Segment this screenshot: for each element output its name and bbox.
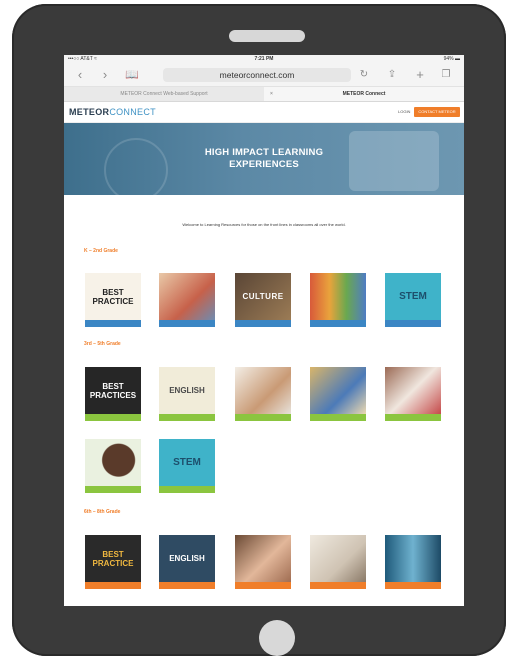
site-logo[interactable]: METEORCONNECT — [69, 107, 156, 117]
card-caption — [385, 414, 441, 421]
card-thumbnail: STEM — [385, 273, 441, 320]
card-thumbnail: CULTURE — [235, 273, 291, 320]
status-time: 7:21 PM — [254, 56, 274, 62]
grade-heading-6-8: 6th – 8th Grade — [84, 509, 121, 515]
resource-card[interactable] — [310, 273, 366, 327]
tab-meteor-connect[interactable]: × METEOR Connect — [264, 87, 464, 101]
card-caption — [310, 582, 366, 589]
card-caption — [235, 582, 291, 589]
resource-card[interactable]: BEST PRACTICES — [85, 367, 141, 421]
resource-card[interactable] — [385, 367, 441, 421]
card-caption — [159, 320, 215, 327]
card-caption — [310, 320, 366, 327]
tabs-icon[interactable]: ❐ — [438, 67, 454, 83]
hero-title-line-1: HIGH IMPACT LEARNING — [204, 147, 324, 158]
card-caption — [235, 414, 291, 421]
grade-heading-k2: K – 2nd Grade — [84, 248, 118, 254]
logo-connect: CONNECT — [109, 107, 156, 117]
card-caption — [159, 486, 215, 493]
card-caption — [235, 320, 291, 327]
close-icon[interactable]: × — [270, 87, 273, 101]
hero-banner: HIGH IMPACT LEARNING EXPERIENCES — [64, 123, 464, 195]
resource-card[interactable] — [85, 439, 141, 493]
card-thumbnail — [85, 439, 141, 486]
tablet-speaker — [229, 30, 305, 42]
resource-card[interactable] — [235, 367, 291, 421]
card-caption — [85, 320, 141, 327]
logo-meteor: METEOR — [69, 107, 110, 117]
card-thumbnail — [159, 273, 215, 320]
resource-card[interactable]: BEST PRACTICE — [85, 535, 141, 589]
card-caption — [85, 582, 141, 589]
card-thumbnail — [235, 367, 291, 414]
resource-card[interactable]: STEM — [385, 273, 441, 327]
card-caption — [85, 414, 141, 421]
card-thumbnail: BEST PRACTICE — [85, 273, 141, 320]
card-caption — [385, 582, 441, 589]
card-thumbnail — [310, 535, 366, 582]
bookmarks-icon[interactable]: 📖 — [124, 67, 140, 83]
address-bar[interactable]: meteorconnect.com — [163, 68, 351, 82]
card-thumbnail: STEM — [159, 439, 215, 486]
resource-card[interactable]: CULTURE — [235, 273, 291, 327]
login-link[interactable]: LOGIN — [398, 109, 410, 114]
card-thumbnail — [385, 535, 441, 582]
browser-tabbar: METEOR Connect Web-based Support × METEO… — [64, 87, 464, 102]
hero-title-line-2: EXPERIENCES — [229, 159, 299, 170]
tablet-screen: •••○○ AT&T ≈ 7:21 PM 94% ▬ ‹ › 📖 meteorc… — [64, 55, 464, 606]
card-thumbnail — [235, 535, 291, 582]
battery-indicator: 94% ▬ — [443, 56, 460, 62]
new-tab-icon[interactable]: + — [412, 67, 428, 83]
share-icon[interactable]: ⇪ — [384, 67, 400, 83]
resource-card[interactable] — [310, 367, 366, 421]
card-thumbnail — [310, 273, 366, 320]
card-caption — [159, 582, 215, 589]
card-caption — [310, 414, 366, 421]
resource-card[interactable]: ENGLISH — [159, 535, 215, 589]
resource-card[interactable] — [385, 535, 441, 589]
resource-card[interactable]: ENGLISH — [159, 367, 215, 421]
card-thumbnail: ENGLISH — [159, 367, 215, 414]
grade-heading-3-5: 3rd – 5th Grade — [84, 341, 121, 347]
tab-label: METEOR Connect Web-based Support — [120, 91, 208, 97]
resource-card[interactable]: STEM — [159, 439, 215, 493]
card-thumbnail: BEST PRACTICE — [85, 535, 141, 582]
resource-card[interactable]: BEST PRACTICE — [85, 273, 141, 327]
browser-toolbar: ‹ › 📖 meteorconnect.com ↻ ⇪ + ❐ — [64, 64, 464, 87]
card-caption — [385, 320, 441, 327]
card-thumbnail — [385, 367, 441, 414]
resource-card[interactable] — [310, 535, 366, 589]
forward-icon[interactable]: › — [97, 67, 113, 83]
card-thumbnail: ENGLISH — [159, 535, 215, 582]
reload-icon[interactable]: ↻ — [356, 67, 372, 83]
resource-card[interactable] — [235, 535, 291, 589]
welcome-text: Welcome to Learning Resources for those … — [182, 222, 346, 227]
back-icon[interactable]: ‹ — [72, 67, 88, 83]
card-thumbnail — [310, 367, 366, 414]
resource-card[interactable] — [159, 273, 215, 327]
tab-label: METEOR Connect — [342, 91, 386, 97]
card-caption — [159, 414, 215, 421]
home-button[interactable] — [259, 620, 295, 656]
site-header: METEORCONNECT LOGIN CONTACT METEOR — [64, 102, 464, 123]
tab-web-support[interactable]: METEOR Connect Web-based Support — [64, 87, 264, 101]
card-caption — [85, 486, 141, 493]
contact-button[interactable]: CONTACT METEOR — [414, 107, 460, 117]
status-bar: •••○○ AT&T ≈ 7:21 PM 94% ▬ — [64, 55, 464, 64]
hero-title: HIGH IMPACT LEARNING EXPERIENCES — [64, 147, 464, 171]
card-thumbnail: BEST PRACTICES — [85, 367, 141, 414]
